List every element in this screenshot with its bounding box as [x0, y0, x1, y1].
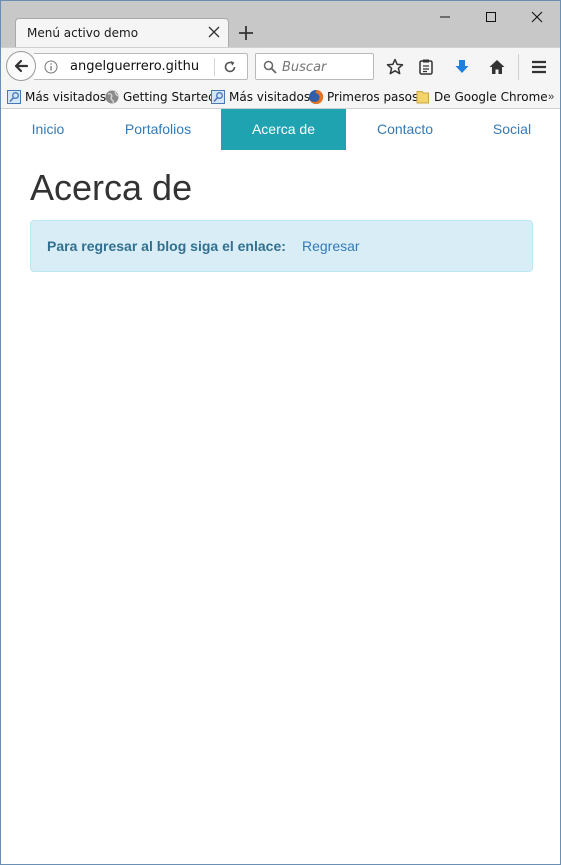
globe-icon: [105, 90, 119, 104]
regresar-link[interactable]: Regresar: [302, 238, 360, 254]
bookmark-label: Más visitados: [229, 90, 311, 104]
back-arrow-icon: [14, 59, 29, 73]
nav-item-social[interactable]: Social: [464, 109, 560, 150]
nav-item-inicio[interactable]: Inicio: [1, 109, 95, 150]
search-bar[interactable]: Buscar: [255, 53, 374, 80]
reload-icon[interactable]: [222, 59, 238, 75]
home-icon[interactable]: [488, 58, 506, 76]
close-tab-icon[interactable]: [206, 24, 222, 40]
bookmark-label: Más visitados: [25, 90, 107, 104]
bookmarks-bar: Más visitados Getting Started Más visita…: [1, 85, 560, 109]
bookmark-label: De Google Chrome: [434, 90, 548, 104]
minimize-icon: [440, 16, 450, 18]
maximize-icon: [486, 12, 496, 22]
info-icon[interactable]: [44, 60, 58, 74]
star-bookmark-icon[interactable]: [386, 58, 404, 76]
web-page: Inicio Portafolios Acerca de Contacto So…: [1, 109, 560, 864]
download-icon[interactable]: [453, 58, 471, 76]
url-bar[interactable]: angelguerrero.githu: [34, 53, 248, 80]
close-window-icon: [531, 11, 543, 23]
bookmark-label: Getting Started: [123, 90, 216, 104]
alert-text: Para regresar al blog siga el enlace:: [47, 238, 286, 254]
menu-icon[interactable]: [530, 58, 548, 76]
maximize-button[interactable]: [468, 1, 514, 33]
back-button[interactable]: [6, 51, 36, 81]
info-alert: Para regresar al blog siga el enlace: Re…: [30, 220, 533, 272]
more-bookmarks-icon[interactable]: »: [548, 91, 554, 103]
search-placeholder: Buscar: [282, 60, 327, 75]
bookmark-folder-icon: [7, 90, 21, 104]
browser-tab[interactable]: Menú activo demo: [15, 18, 229, 47]
tab-title: Menú activo demo: [27, 26, 139, 40]
tab-strip: Menú activo demo: [1, 1, 560, 47]
page-title: Acerca de: [30, 167, 193, 208]
nav-item-portafolios[interactable]: Portafolios: [95, 109, 221, 150]
close-window-button[interactable]: [514, 1, 560, 33]
browser-window: Menú activo demo angelguerrero.githu Bus…: [0, 0, 561, 865]
minimize-button[interactable]: [422, 1, 468, 33]
firefox-icon: [309, 89, 324, 104]
url-text[interactable]: angelguerrero.githu: [70, 59, 214, 74]
bookmark-folder-icon: [211, 90, 225, 104]
toolbar-separator: [518, 54, 519, 80]
nav-item-contacto[interactable]: Contacto: [346, 109, 464, 150]
bookmark-label: Primeros pasos: [327, 90, 419, 104]
url-separator: [214, 58, 215, 76]
new-tab-icon[interactable]: [237, 24, 255, 42]
nav-toolbar: angelguerrero.githu Buscar: [1, 47, 560, 86]
site-nav: Inicio Portafolios Acerca de Contacto So…: [1, 109, 560, 150]
reading-list-icon[interactable]: [417, 58, 435, 76]
search-icon: [263, 60, 277, 74]
folder-icon: [416, 91, 429, 104]
nav-item-acerca-de[interactable]: Acerca de: [221, 109, 346, 150]
